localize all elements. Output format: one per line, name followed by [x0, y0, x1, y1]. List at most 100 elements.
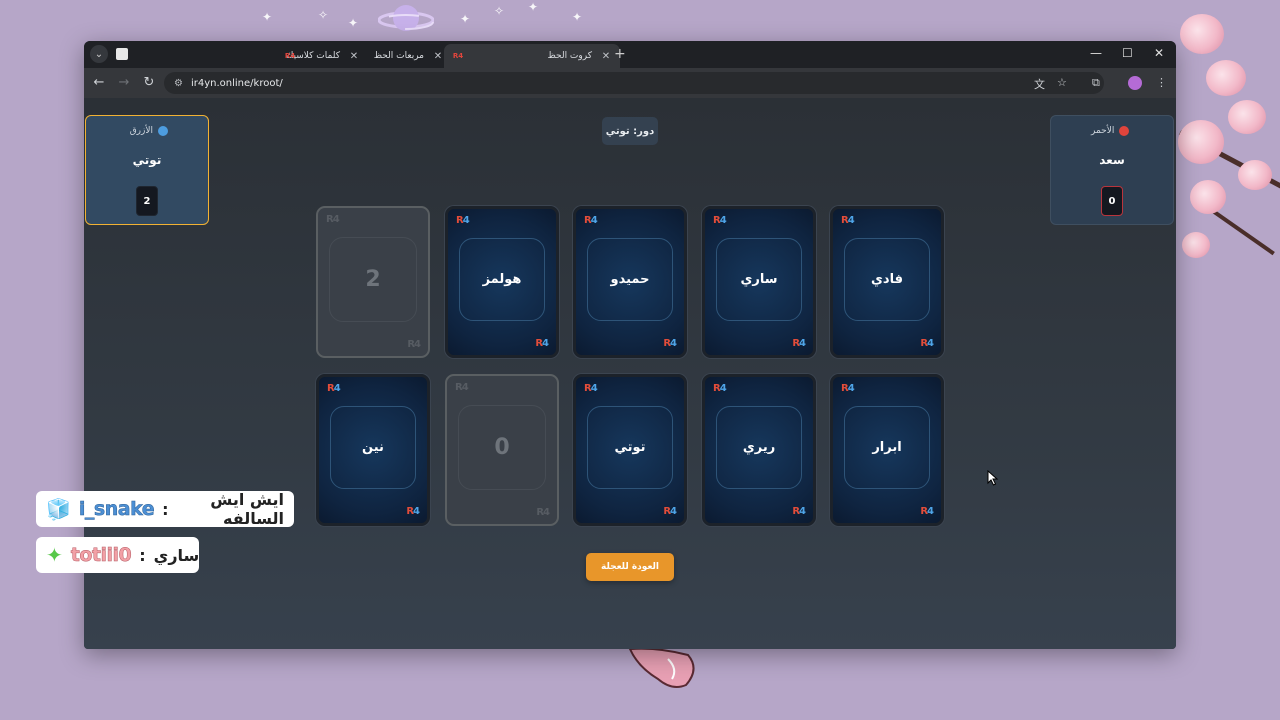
close-window-icon[interactable]: ✕: [1154, 46, 1164, 60]
blue-team-panel: الأزرق توتي 2: [85, 115, 209, 225]
star-icon: ✧: [318, 8, 329, 22]
card-logo-icon: R4: [713, 215, 727, 226]
close-icon[interactable]: ✕: [600, 51, 612, 62]
card-name: هولمز: [482, 272, 522, 287]
card-name: فادي: [871, 272, 903, 287]
team-player: توتي: [132, 153, 162, 167]
chat-message: ✦ totiii0 : ساري: [36, 537, 199, 573]
card-logo-icon: R4: [713, 383, 727, 394]
red-team-panel: الأحمر سعد 0: [1050, 115, 1174, 225]
team-header: الأزرق: [130, 126, 168, 136]
chat-text: ساري: [153, 545, 200, 565]
card-name: نين: [362, 440, 384, 455]
blossom-icon: [1182, 232, 1210, 258]
red-dot-icon: [1119, 126, 1130, 136]
maximize-icon[interactable]: ☐: [1122, 46, 1133, 60]
card-logo-icon: R4: [920, 506, 934, 517]
planet-icon: [378, 5, 434, 31]
site-favicon-icon: R4: [452, 52, 464, 60]
blue-cube-icon: 🧊: [46, 497, 71, 521]
card[interactable]: R4 ريري R4: [702, 374, 816, 526]
menu-icon[interactable]: ⋮: [1156, 76, 1167, 89]
card: R4 0 R4: [445, 374, 559, 526]
team-name: الأزرق: [129, 126, 153, 136]
blossom-icon: [1238, 160, 1272, 190]
game-page: الأزرق توتي 2 دور: توتي الأحمر سعد 0 R4 …: [84, 98, 1176, 649]
card-logo-icon: R4: [792, 506, 806, 517]
card-logo-icon: R4: [584, 383, 598, 394]
card[interactable]: R4 ساري R4: [702, 206, 816, 358]
minimize-icon[interactable]: —: [1090, 46, 1102, 60]
card-logo-icon: R4: [841, 215, 855, 226]
reload-icon[interactable]: ↻: [141, 75, 157, 90]
back-arrow-icon[interactable]: ←: [91, 75, 107, 90]
card: R4 2 R4: [316, 206, 430, 358]
green-sparkle-icon: ✦: [46, 543, 63, 567]
tab-luck-squares[interactable]: R4 مربعات الحظ ✕: [276, 44, 452, 68]
profile-avatar[interactable]: [1128, 76, 1142, 90]
star-icon: ✦: [572, 10, 583, 24]
back-to-wheel-button[interactable]: العودة للعجلة: [586, 553, 674, 581]
star-icon: ✦: [460, 12, 471, 26]
card[interactable]: R4 حميدو R4: [573, 206, 687, 358]
star-icon: ✦: [348, 16, 359, 30]
card-logo-icon: R4: [327, 383, 341, 394]
card-name: ريري: [742, 440, 776, 455]
new-tab-button[interactable]: +: [614, 46, 626, 62]
forward-arrow-icon[interactable]: →: [116, 75, 132, 90]
team-score: 2: [136, 186, 158, 216]
blossom-icon: [1178, 120, 1224, 164]
card-logo-icon: R4: [455, 382, 469, 393]
card[interactable]: R4 ابرار R4: [830, 374, 944, 526]
card[interactable]: R4 هولمز R4: [445, 206, 559, 358]
tab-search-button[interactable]: ⌄: [90, 45, 108, 63]
square-icon: [116, 48, 128, 60]
translate-icon[interactable]: 文: [1034, 76, 1045, 92]
chat-username: totiii0: [70, 544, 132, 567]
browser-window: ⌄ كلمات كلاسيك ✕ R4 مربعات الحظ ✕ R4 كرو…: [84, 41, 1176, 649]
card-logo-icon: R4: [536, 507, 550, 518]
card-logo-icon: R4: [663, 506, 677, 517]
chat-username: i_snake: [78, 498, 155, 521]
turn-indicator: دور: توتي: [602, 117, 658, 145]
card[interactable]: R4 فادي R4: [830, 206, 944, 358]
card[interactable]: R4 توتي R4: [573, 374, 687, 526]
star-icon: ✦: [262, 10, 273, 24]
chevron-down-icon: ⌄: [94, 48, 104, 60]
card-logo-icon: R4: [326, 214, 340, 225]
card-logo-icon: R4: [663, 338, 677, 349]
card-value: 2: [365, 267, 381, 292]
tab-luck-cards[interactable]: R4 كروت الحظ ✕: [444, 44, 620, 68]
address-bar[interactable]: ⚙ ir4yn.online/kroot/: [164, 72, 1104, 94]
card-logo-icon: R4: [584, 215, 598, 226]
team-player: سعد: [1099, 153, 1125, 167]
card-name: ابرار: [872, 440, 902, 455]
site-favicon-icon: R4: [284, 52, 296, 60]
blue-dot-icon: [158, 126, 168, 136]
chat-message: 🧊 i_snake : ايش ايش السالفه: [36, 490, 294, 528]
card-logo-icon: R4: [792, 338, 806, 349]
card-logo-icon: R4: [535, 338, 549, 349]
card-name: ساري: [740, 272, 778, 287]
tab-title: كروت الحظ: [547, 51, 592, 61]
card-name: توتي: [614, 440, 646, 455]
mouse-cursor-icon: [987, 470, 999, 486]
blossom-icon: [1206, 60, 1246, 96]
star-bookmark-icon[interactable]: ☆: [1057, 76, 1067, 89]
card-logo-icon: R4: [407, 339, 421, 350]
chat-text: ايش ايش السالفه: [210, 490, 284, 528]
team-name: الأحمر: [1091, 126, 1115, 136]
tab-bar: ⌄ كلمات كلاسيك ✕ R4 مربعات الحظ ✕ R4 كرو…: [84, 41, 1176, 68]
card-logo-icon: R4: [920, 338, 934, 349]
team-header: الأحمر: [1091, 126, 1130, 136]
blossom-icon: [1180, 14, 1224, 54]
chat-separator: :: [139, 545, 146, 565]
url-text: ir4yn.online/kroot/: [190, 77, 283, 89]
card[interactable]: R4 نين R4: [316, 374, 430, 526]
card-name: حميدو: [610, 272, 650, 287]
extensions-icon[interactable]: ⧉: [1092, 76, 1100, 90]
site-info-icon[interactable]: ⚙: [174, 78, 183, 89]
blossom-icon: [1190, 180, 1226, 214]
close-icon[interactable]: ✕: [432, 51, 444, 62]
card-logo-icon: R4: [456, 215, 470, 226]
